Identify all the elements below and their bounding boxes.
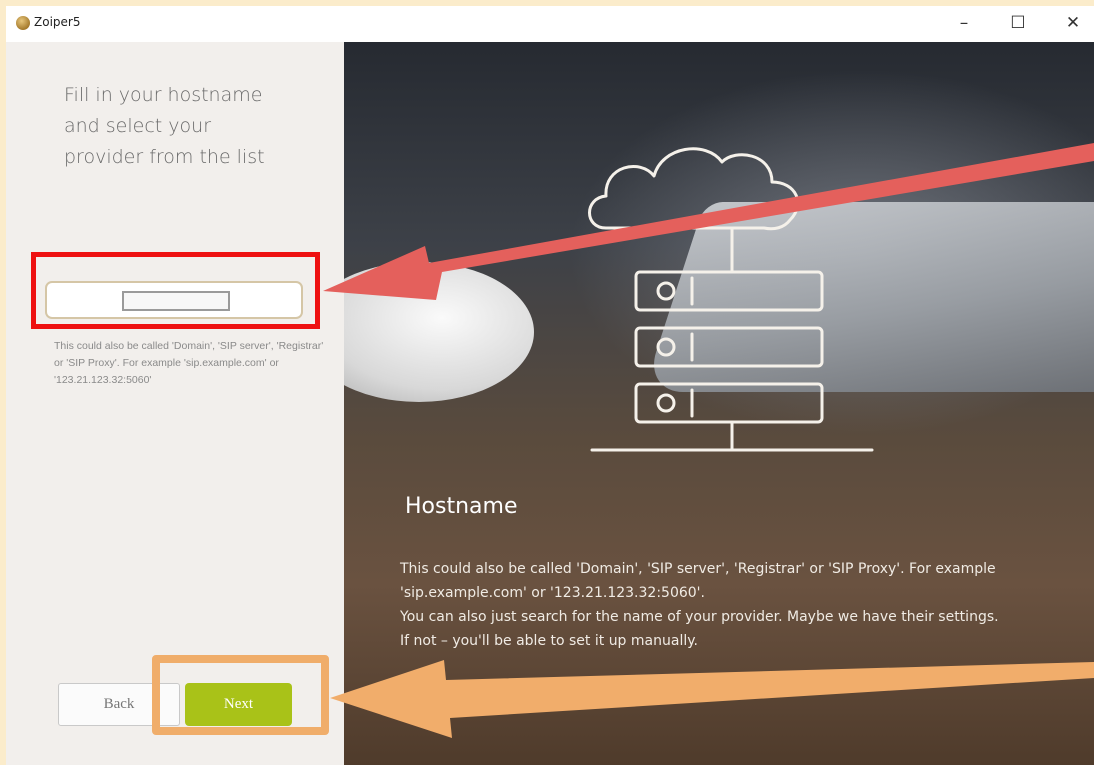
server-unit-2	[634, 326, 824, 368]
next-button-highlight	[152, 655, 329, 735]
title-bar: Zoiper5 – ☐ ✕	[6, 6, 1094, 42]
server-unit-3	[634, 382, 824, 424]
hostname-input-highlight	[31, 252, 320, 329]
cloud-server-illustration	[588, 147, 874, 452]
close-button[interactable]: ✕	[1059, 10, 1087, 36]
server-led-2	[656, 337, 676, 357]
hostname-info-panel: Hostname This could also be called 'Doma…	[344, 42, 1094, 765]
zoiper-app-icon	[16, 16, 30, 30]
maximize-button[interactable]: ☐	[1004, 10, 1032, 36]
server-led-1	[656, 281, 676, 301]
hostname-description: This could also be called 'Domain', 'SIP…	[400, 557, 1000, 653]
server-led-3	[656, 393, 676, 413]
zoiper-window: Zoiper5 – ☐ ✕ Fill in your hostname and …	[6, 6, 1094, 765]
cloud-icon	[588, 147, 800, 231]
hostname-help-text: This could also be called 'Domain', 'SIP…	[54, 340, 324, 386]
hostname-description-text: This could also be called 'Domain', 'SIP…	[400, 561, 999, 649]
window-title: Zoiper5	[34, 15, 81, 29]
setup-heading: Fill in your hostname and select your pr…	[64, 84, 265, 168]
server-unit-1	[634, 270, 824, 312]
minimize-button[interactable]: –	[950, 10, 978, 36]
hostname-title: Hostname	[405, 494, 518, 519]
